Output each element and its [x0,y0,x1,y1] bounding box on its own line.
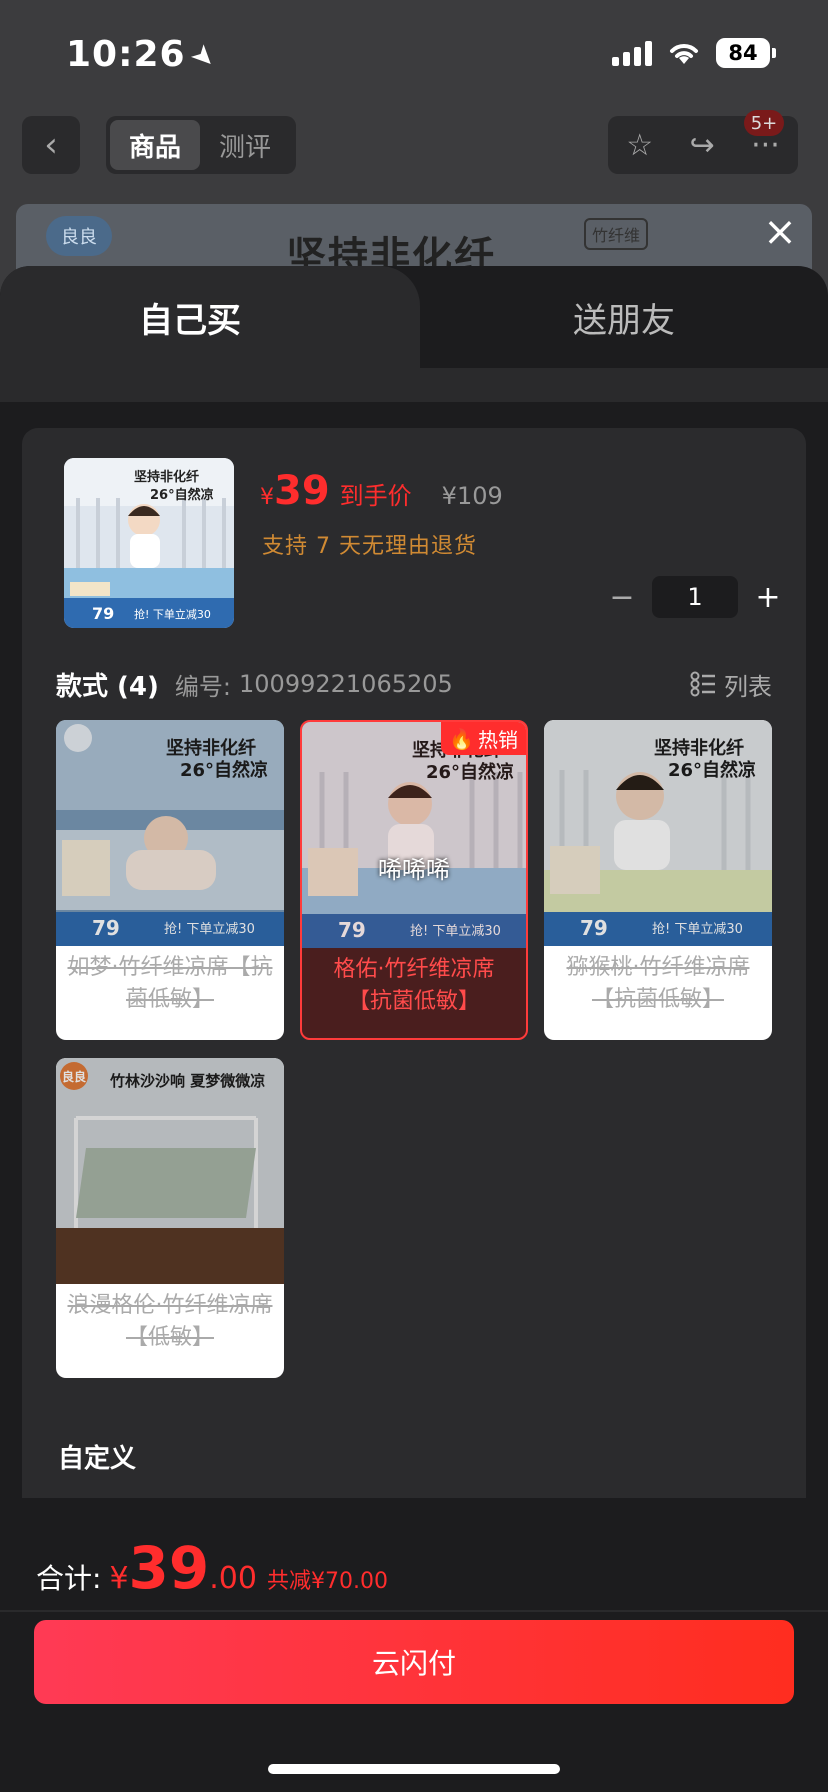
close-icon[interactable]: × [760,212,800,252]
option-label: 如梦·竹纤维凉席【抗菌低敏】 [67,955,273,1012]
nav-actions: ☆ ↪ ··· 5+ [608,110,798,174]
message-badge: 5+ [744,110,784,136]
status-bar: 10:26➤ 84 [0,0,828,110]
chevron-left-icon: ‹ [44,125,58,165]
spec-option-geyou[interactable]: 🔥热销 坚持非化纤 26°自然凉 79 [300,720,528,1040]
thumb-promo: 抢! 下单立减30 [134,608,211,621]
quantity-input[interactable]: 1 [652,576,738,618]
list-view-toggle[interactable]: 列表 [690,667,772,702]
home-indicator [268,1764,560,1774]
option-label: 浪漫格伦·竹纤维凉席【低敏】 [67,1293,273,1350]
hot-sale-badge: 🔥 热销 [441,722,526,755]
back-button[interactable]: ‹ [22,116,80,174]
share-icon[interactable]: ↪ [690,128,715,163]
time-text: 10:26 [66,34,186,75]
quantity-plus-button[interactable]: + [748,577,788,617]
custom-section-title: 自定义 [58,1444,137,1474]
product-nav-bar: ‹ 商品 测评 ☆ ↪ ··· 5+ [0,110,828,180]
option-image: 坚持非化纤 26°自然凉 79 抢! 下单立减30 [302,722,526,948]
option-image: 坚持非化纤 26°自然凉 79 抢! 下单立减30 [56,720,284,946]
star-icon[interactable]: ☆ [626,128,653,163]
spec-option-langmangelun[interactable]: 良良 竹林沙沙响 夏梦微微凉 浪漫格伦·竹纤维凉席【低敏】 [56,1058,284,1378]
image-overlay-text: 唏唏唏 [378,856,450,884]
signal-icon [612,40,652,66]
fire-icon: 🔥 [449,726,474,751]
list-icon [690,671,715,697]
option-image: 良良 竹林沙沙响 夏梦微微凉 [56,1058,284,1284]
spec-code: 10099221065205 [239,670,453,698]
return-policy-note: 支持 7 天无理由退货 [262,534,477,559]
spec-option-rumeng[interactable]: 坚持非化纤 26°自然凉 79 抢! 下单立减30 如梦·竹纤维凉席【抗菌低敏】 [56,720,284,1040]
option-image: 坚持非化纤 26°自然凉 79 抢! 下单立减30 [544,720,772,946]
total-amount: 39 [128,1534,210,1602]
list-toggle-label: 列表 [724,672,772,701]
purchase-tabs: 自己买 送朋友 [0,266,828,368]
thumb-price: 79 [92,604,115,623]
spec-header: 款式 (4) 编号: 10099221065205 列表 [56,664,772,704]
thumb-sub: 26°自然凉 [150,488,214,503]
tab-underlay [0,368,828,402]
tab-product[interactable]: 商品 [110,120,200,170]
location-arrow-icon: ➤ [183,36,225,77]
wifi-icon [670,44,698,64]
product-thumbnail: 坚持非化纤 26°自然凉 79 抢! 下单立减30 [64,458,234,628]
spec-code-label: 编号: [174,672,232,701]
brand-logo: 良良 [46,216,112,256]
status-time: 10:26➤ [66,34,224,77]
total-row: 合计: ¥ 39 .00 共减¥70.00 [36,1534,388,1602]
final-price-label: 到手价 [339,482,412,510]
spec-option-mihoutao[interactable]: 坚持非化纤 26°自然凉 79 抢! 下单立减30 猕猴桃·竹纤维凉席【抗菌低敏… [544,720,772,1040]
price-line: ¥ 39 到手价 ¥109 [260,468,503,514]
total-decimal: .00 [209,1561,257,1596]
battery-level: 84 [716,38,770,68]
thumb-headline: 坚持非化纤 [134,470,200,485]
sku-card: 坚持非化纤 26°自然凉 79 抢! 下单立减30 ¥ 39 到手价 ¥109 … [22,428,806,1628]
pay-button[interactable]: 云闪付 [34,1620,794,1704]
quantity-minus-button[interactable]: − [602,577,642,617]
banner-tag: 竹纤维 [584,218,649,250]
page-tabs: 商品 测评 [106,116,296,174]
tab-gift-friend[interactable]: 送朋友 [420,266,828,368]
battery-icon: 84 [716,38,776,68]
spec-title: 款式 (4) [56,671,159,702]
price-currency: ¥ [260,485,274,510]
tab-buy-self[interactable]: 自己买 [0,266,420,368]
total-label: 合计: [36,1562,102,1595]
option-label: 猕猴桃·竹纤维凉席【抗菌低敏】 [566,955,750,1012]
product-banner: 良良 坚持非化纤 竹纤维 [16,204,812,274]
quantity-stepper: − 1 + [602,576,788,618]
checkout-footer: 合计: ¥ 39 .00 共减¥70.00 云闪付 [0,1498,828,1792]
status-icons: 84 [612,38,776,68]
hot-sale-text: 热销 [478,728,518,752]
tab-review[interactable]: 测评 [200,120,290,170]
original-price: ¥109 [441,482,503,510]
divider [0,1610,828,1612]
final-price: 39 [274,468,330,514]
option-label: 格佑·竹纤维凉席【抗菌低敏】 [333,957,495,1014]
total-currency: ¥ [109,1561,129,1596]
savings-text: 共减¥70.00 [266,1569,388,1594]
